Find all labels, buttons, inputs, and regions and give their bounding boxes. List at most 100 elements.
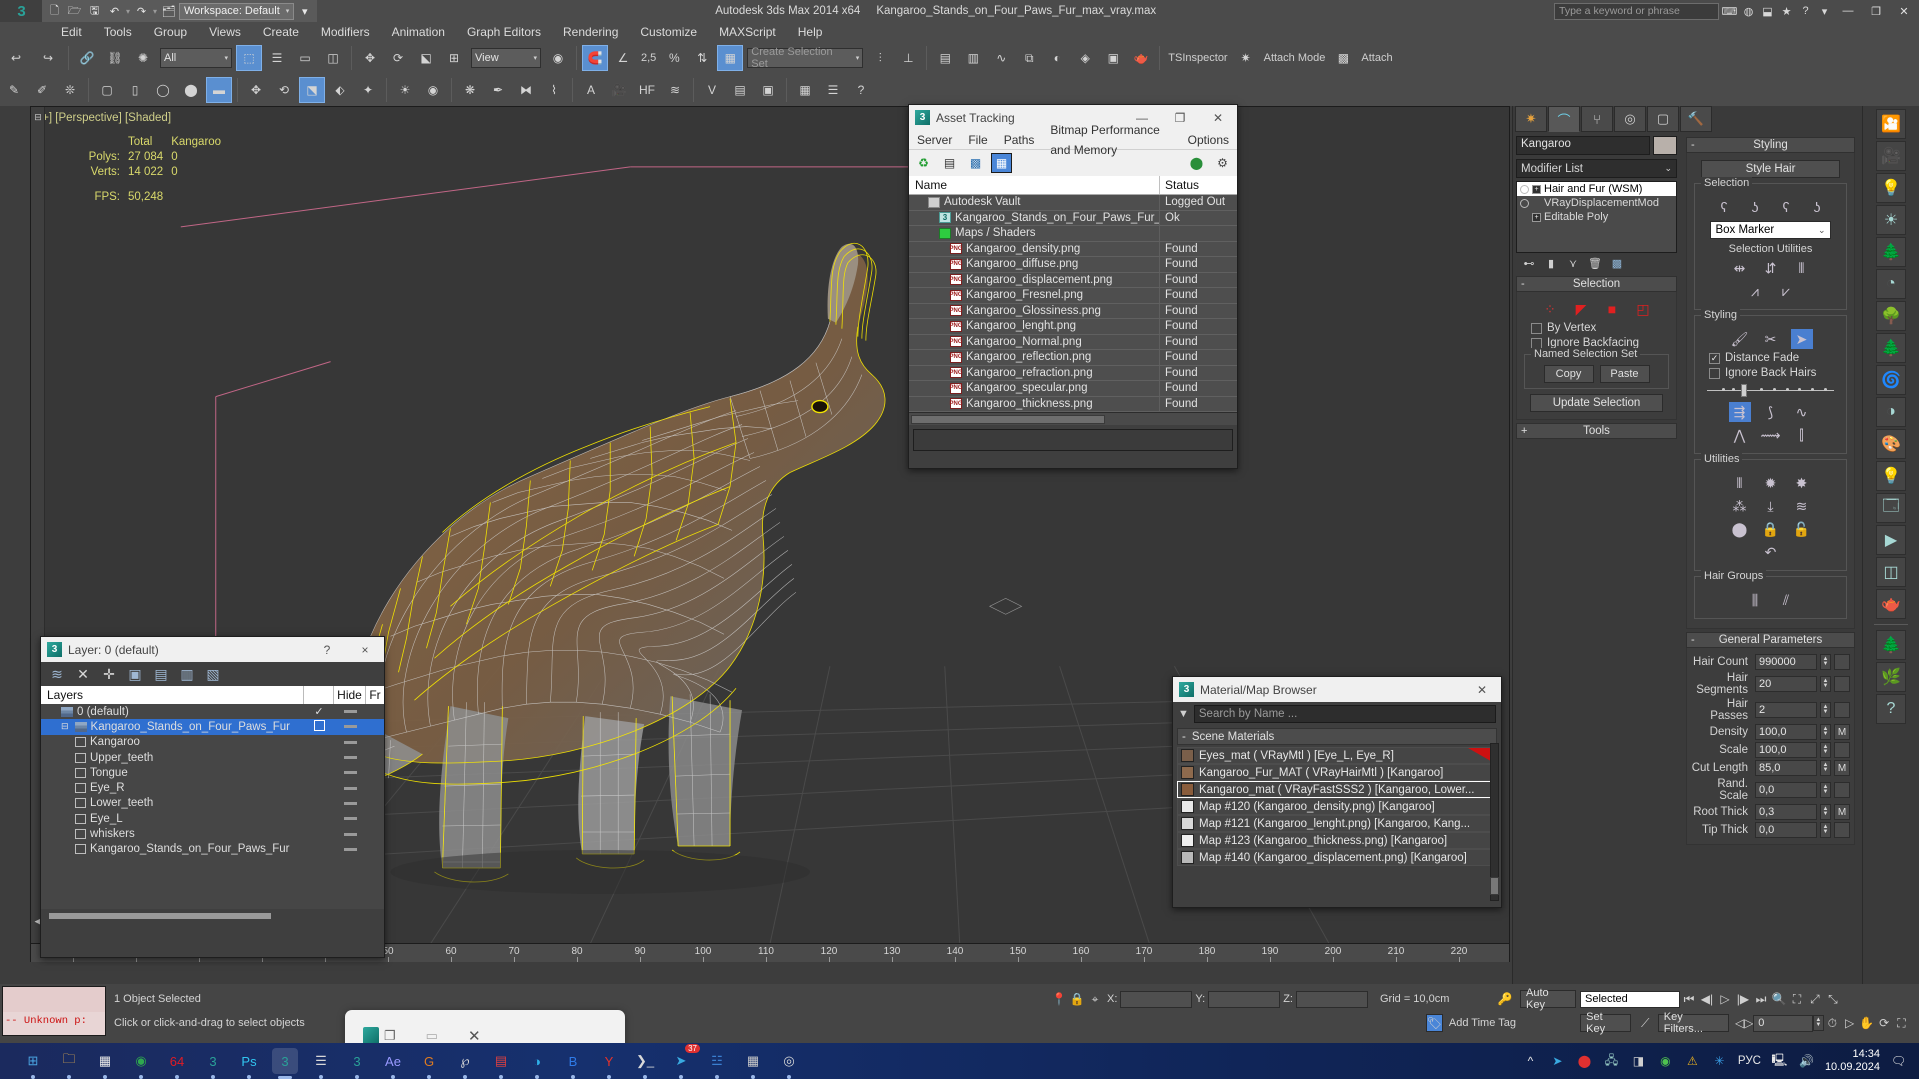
close-button[interactable]: ✕ bbox=[1891, 1, 1917, 21]
parameter-map-button[interactable]: M bbox=[1834, 676, 1850, 692]
undo-tool-icon[interactable]: ↩ bbox=[1, 44, 31, 72]
table-row[interactable]: Kangaroo bbox=[41, 735, 384, 750]
object-name-input[interactable]: Kangaroo bbox=[1516, 136, 1650, 155]
hide-selected-hair-icon[interactable]: ⩘ bbox=[1744, 281, 1766, 301]
help-dropdown-icon[interactable]: ▾ bbox=[1816, 3, 1833, 20]
comb-utility-icon[interactable]: ⁂ bbox=[1729, 496, 1751, 516]
material-map-browser-dialog[interactable]: 3 Material/Map Browser ✕ ▼ Search by Nam… bbox=[1172, 676, 1502, 908]
spinner-snap-icon[interactable]: ⇅ bbox=[689, 45, 715, 71]
parameter-map-button[interactable]: M bbox=[1834, 654, 1850, 670]
search-input[interactable]: Type a keyword or phrase bbox=[1554, 2, 1719, 20]
taskbar-floppy-app[interactable]: ▤ bbox=[488, 1048, 514, 1079]
table-row[interactable]: ⊟ Kangaroo_Stands_on_Four_Paws_Fur bbox=[41, 719, 384, 735]
cylinder-primitive-icon[interactable]: ▯ bbox=[122, 77, 148, 103]
parameter-spinner[interactable]: ▲ ▼ bbox=[1820, 654, 1831, 670]
hide-layer-icon[interactable]: ▥ bbox=[179, 666, 195, 683]
scrollbar-thumb[interactable] bbox=[1490, 877, 1499, 895]
menu-item-help[interactable]: Help bbox=[787, 22, 834, 42]
refresh-icon[interactable]: ♻ bbox=[913, 153, 934, 173]
taskbar-start-button[interactable]: ⊞ bbox=[20, 1048, 46, 1079]
close-button[interactable]: ✕ bbox=[1199, 105, 1237, 130]
redo-tool-icon[interactable]: ↪ bbox=[33, 44, 63, 72]
select-objects-icon[interactable]: ▣ bbox=[127, 666, 143, 683]
warning-tray-icon[interactable]: ⚠ bbox=[1684, 1053, 1701, 1070]
table-row[interactable]: PNG Kangaroo_specular.png Found bbox=[909, 381, 1237, 397]
layer-hide-toggle[interactable] bbox=[334, 740, 366, 744]
render-setup-icon[interactable]: ◈ bbox=[1072, 45, 1098, 71]
modify-tab[interactable]: ⌒ bbox=[1548, 106, 1580, 132]
layer-manager-icon[interactable]: ▤ bbox=[932, 45, 958, 71]
align-icon[interactable]: ⊥ bbox=[895, 45, 921, 71]
parameter-map-button[interactable]: M bbox=[1834, 804, 1850, 820]
table-row[interactable]: PNG Kangaroo_Glossiness.png Found bbox=[909, 303, 1237, 319]
railclone-icon[interactable]: ◔ bbox=[1876, 269, 1906, 299]
network-monitor-icon[interactable]: 🖧 bbox=[1603, 1053, 1620, 1070]
bind-spacewarp-icon[interactable]: ✺ bbox=[130, 45, 156, 71]
parameter-map-button[interactable]: M bbox=[1834, 760, 1850, 776]
pan-view-icon[interactable]: ▷ bbox=[1841, 1014, 1858, 1032]
slider-handle[interactable] bbox=[1741, 384, 1748, 397]
mini-listener[interactable]: -- Unknown p: bbox=[2, 986, 106, 1036]
selection-rollout-header[interactable]: - Selection bbox=[1516, 276, 1677, 292]
list-item[interactable]: Eyes_mat ( VRayMtl ) [Eye_L, Eye_R] bbox=[1177, 747, 1497, 764]
table-row[interactable]: PNG Kangaroo_Fresnel.png Found bbox=[909, 288, 1237, 304]
taskbar-3ds-max-2[interactable]: 3 bbox=[344, 1048, 370, 1079]
list-view-icon[interactable]: ▤ bbox=[939, 153, 960, 173]
play-animation-icon[interactable]: ▷ bbox=[1716, 990, 1734, 1008]
time-configuration-icon[interactable]: ⏱ bbox=[1824, 1014, 1841, 1032]
coord-x-input[interactable] bbox=[1120, 990, 1193, 1008]
layer-active-toggle[interactable] bbox=[304, 719, 334, 734]
utilities-tab[interactable]: 🔨 bbox=[1680, 106, 1712, 132]
uniform-scale-icon[interactable]: ⬖ bbox=[327, 77, 353, 103]
new-layer-icon[interactable]: ≋ bbox=[49, 666, 65, 683]
taskbar-after-effects[interactable]: Ae bbox=[380, 1048, 406, 1079]
layer-hide-toggle[interactable] bbox=[334, 756, 366, 760]
unlock-hair-icon[interactable]: 🔓 bbox=[1791, 519, 1813, 539]
clock[interactable]: 14:34 10.09.2024 bbox=[1825, 1048, 1880, 1074]
viewport-layout-icon[interactable]: ◫ bbox=[1876, 557, 1906, 587]
table-row[interactable]: Eye_L bbox=[41, 811, 384, 826]
parameter-input[interactable]: 0,0 bbox=[1755, 782, 1817, 798]
table-row[interactable]: PNG Kangaroo_lenght.png Found bbox=[909, 319, 1237, 335]
delete-layer-icon[interactable]: ✕ bbox=[75, 666, 91, 683]
plane-primitive-icon[interactable]: ▬ bbox=[206, 77, 232, 103]
column-header-name[interactable]: Name bbox=[909, 176, 1159, 194]
curve-editor-icon[interactable]: ∿ bbox=[988, 45, 1014, 71]
parameter-spinner[interactable]: ▲ ▼ bbox=[1820, 822, 1831, 838]
column-header-hide[interactable]: Hide bbox=[334, 686, 366, 704]
hand-tool-icon[interactable]: ✋ bbox=[1858, 1014, 1875, 1032]
move-gizmo-icon[interactable]: ✥ bbox=[243, 77, 269, 103]
paint-weights-icon[interactable]: ✒ bbox=[485, 77, 511, 103]
invert-selection-icon[interactable]: ⫴ bbox=[1791, 258, 1813, 278]
modifier-enable-icon[interactable] bbox=[1520, 184, 1529, 194]
layer-hide-toggle[interactable] bbox=[334, 771, 366, 775]
scale-hair-icon[interactable]: ⫿ bbox=[1791, 425, 1813, 445]
grid-view-icon[interactable]: ▦ bbox=[991, 153, 1012, 173]
column-header-select[interactable] bbox=[304, 686, 334, 704]
show-end-result-icon[interactable]: ▮ bbox=[1543, 256, 1559, 270]
layer-hide-toggle[interactable] bbox=[334, 847, 366, 851]
zoom-extents-icon[interactable]: ⤢ bbox=[1806, 990, 1824, 1008]
layer-hide-toggle[interactable] bbox=[334, 725, 366, 729]
select-move-icon[interactable]: ✥ bbox=[357, 45, 383, 71]
frame-buffer-icon[interactable]: 🗔 bbox=[1876, 493, 1906, 523]
bluetooth-tray-icon[interactable]: ✳ bbox=[1711, 1053, 1728, 1070]
clump-hair-icon[interactable]: ⋀ bbox=[1729, 425, 1751, 445]
vault-status-icon[interactable]: ⬤ bbox=[1186, 153, 1207, 173]
modifier-enable-icon[interactable] bbox=[1520, 198, 1529, 208]
toolbar-help-icon[interactable]: ? bbox=[848, 77, 874, 103]
hair-farm-icon[interactable]: HF bbox=[634, 77, 660, 103]
forest-transform-icon[interactable]: 🌿 bbox=[1876, 662, 1906, 692]
table-row[interactable]: Maps / Shaders bbox=[909, 226, 1237, 242]
layer-hide-toggle[interactable] bbox=[334, 801, 366, 805]
styling-rollout-header[interactable]: - Styling bbox=[1686, 137, 1855, 153]
window-crossing-icon[interactable]: ◫ bbox=[320, 45, 346, 71]
update-selection-button[interactable]: Update Selection bbox=[1530, 394, 1663, 412]
show-hidden-hair-icon[interactable]: ⩗ bbox=[1775, 281, 1797, 301]
parameter-spinner[interactable]: ▲ ▼ bbox=[1820, 724, 1831, 740]
taskbar-calculator[interactable]: ▦ bbox=[740, 1048, 766, 1079]
parameter-map-button[interactable]: M bbox=[1834, 702, 1850, 718]
undo-icon[interactable]: ↶ bbox=[105, 2, 124, 21]
object-color-swatch[interactable] bbox=[1653, 136, 1677, 155]
menu-item-edit[interactable]: Edit bbox=[50, 22, 93, 42]
